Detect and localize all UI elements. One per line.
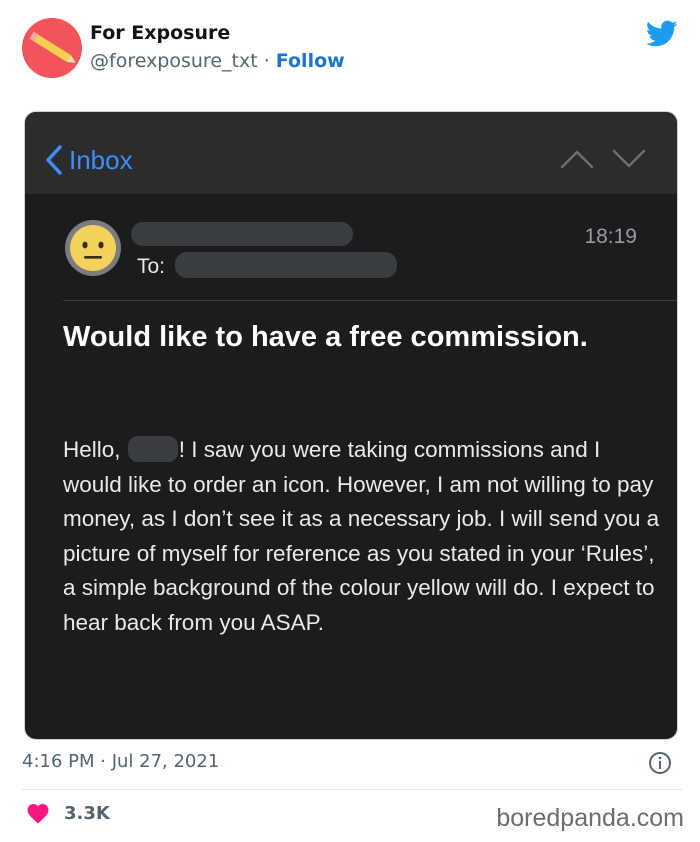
info-icon[interactable] <box>648 751 672 775</box>
author-avatar[interactable] <box>22 18 82 78</box>
follow-button[interactable]: Follow <box>276 50 345 72</box>
chevron-up-icon[interactable] <box>559 148 595 170</box>
redacted-sender-name <box>131 222 353 246</box>
email-subject: Would like to have a free commission. <box>63 321 588 353</box>
email-body: Hello, ! I saw you were taking commissio… <box>63 433 663 641</box>
email-time: 18:19 <box>584 225 637 248</box>
email-screenshot: Inbox To: 18:19 Would like to have a fre… <box>24 111 678 740</box>
like-count: 3.3K <box>64 802 110 824</box>
sender-avatar <box>65 220 121 276</box>
tweet-divider <box>22 789 682 790</box>
chevron-down-icon[interactable] <box>611 148 647 170</box>
author-handle[interactable]: @forexposure_txt <box>90 50 258 72</box>
tweet-timestamp[interactable]: 4:16 PM · Jul 27, 2021 <box>22 751 219 772</box>
redacted-recipient <box>175 252 397 278</box>
author-name[interactable]: For Exposure <box>90 22 230 44</box>
handle-separator: · <box>257 50 276 72</box>
body-greeting: Hello, <box>63 437 127 462</box>
twitter-bird-icon[interactable] <box>646 20 678 48</box>
watermark: boredpanda.com <box>496 804 684 832</box>
body-message: ! I saw you were taking commissions and … <box>63 437 660 635</box>
tweet-card: For Exposure @forexposure_txt · Follow I… <box>0 0 700 842</box>
author-handle-line: @forexposure_txt · Follow <box>90 50 345 72</box>
redacted-name-inline <box>127 436 178 462</box>
heart-icon <box>27 804 49 824</box>
neutral-face-icon <box>70 225 116 271</box>
header-divider <box>63 300 677 301</box>
inbox-back-label: Inbox <box>69 144 133 175</box>
chevron-left-icon <box>46 145 62 175</box>
message-nav <box>559 148 647 170</box>
inbox-back-button[interactable]: Inbox <box>43 142 133 178</box>
to-label: To: <box>137 255 166 278</box>
pencil-icon <box>29 31 76 63</box>
like-button[interactable]: 3.3K <box>26 802 110 824</box>
